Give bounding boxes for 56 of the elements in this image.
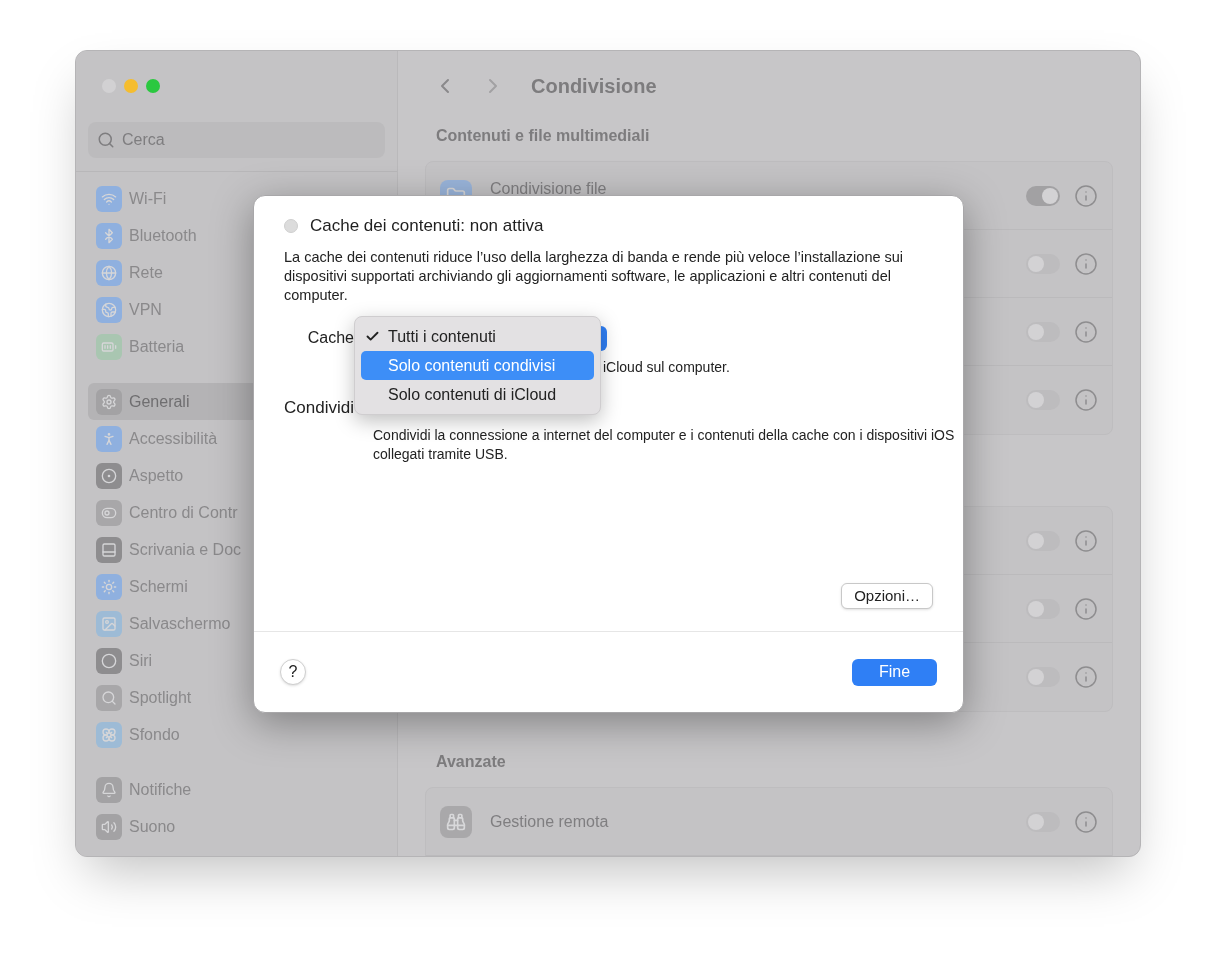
sidebar-item[interactable]: Notifiche [88,771,385,808]
description-text: La cache dei contenuti riduce l’uso della larghezza di banda e rende più veloce l’installazione sui dispositivi supportati archiviando gli aggiornamenti software, le applicazioni e altri contenuti del computer. [284,248,905,305]
section-title: Avanzate [435,752,507,772]
search-icon [96,684,122,711]
page-title: Condivisione [531,74,657,99]
globe-icon [96,296,122,323]
info-icon[interactable] [1074,388,1098,412]
help-button[interactable]: ? [280,659,306,685]
binoculars-icon [440,805,472,838]
bell-icon [96,776,122,803]
info-icon[interactable] [1074,665,1098,689]
bluetooth-icon [96,222,122,249]
flower-icon [96,721,122,748]
contrast-icon [96,462,122,489]
battery-icon [96,333,122,360]
option-label: Cache dei contenuti: non attiva [310,215,544,238]
share-note: Condividi la connessione a internet del computer e i contenuti della cache con i dispositivi iOS collegati tramite USB. [373,426,956,464]
sun-icon [96,573,122,600]
sidebar-item[interactable]: Scrivania e Doc [88,531,385,568]
gear-icon [96,388,122,415]
row-label: Gestione remota [490,811,609,832]
minimize-button[interactable] [124,79,138,93]
cache-label: Cache [306,328,354,348]
sidebar-item[interactable]: Schermi [88,568,385,605]
sidebar-item[interactable]: Sfondo [88,716,385,753]
sidebar-item[interactable]: Centro di Contr [88,494,385,531]
zoom-button[interactable] [146,79,160,93]
radio-button[interactable] [284,219,298,233]
speaker-icon [96,813,122,840]
menu-item[interactable]: Tutti i contenuti [361,322,594,351]
info-icon[interactable] [1074,251,1098,276]
toggle-switch[interactable] [1026,185,1060,206]
sidebar-item[interactable]: Suono [88,808,385,845]
info-icon[interactable] [1074,528,1098,553]
toggle-icon [96,499,122,526]
cache-note: iCloud sul computer. [603,358,730,377]
section-title: Contenuti e file multimediali [435,126,651,146]
sidebar-item[interactable]: Wi-Fi [88,180,385,217]
options-button[interactable]: Opzioni… [841,583,933,609]
dock-icon [96,536,122,563]
orb-icon [96,647,122,674]
sidebar-item[interactable]: Salvaschermo [88,605,385,642]
info-icon[interactable] [1074,319,1098,344]
done-button[interactable]: Fine [852,658,937,686]
info-icon[interactable] [1074,809,1098,834]
screen-saver-icon [96,610,122,637]
search-field[interactable]: Cerca [88,122,385,158]
wifi-icon [96,185,122,212]
share-label: Condividi [284,398,354,418]
globe-icon [96,259,122,286]
accessibility-icon [96,425,122,452]
row-label: Condivisione file [490,179,607,199]
search-icon [97,131,115,149]
info-icon[interactable] [1074,596,1098,621]
info-icon[interactable] [1074,183,1098,208]
menu-item[interactable]: Solo contenuti condivisi [361,351,594,380]
